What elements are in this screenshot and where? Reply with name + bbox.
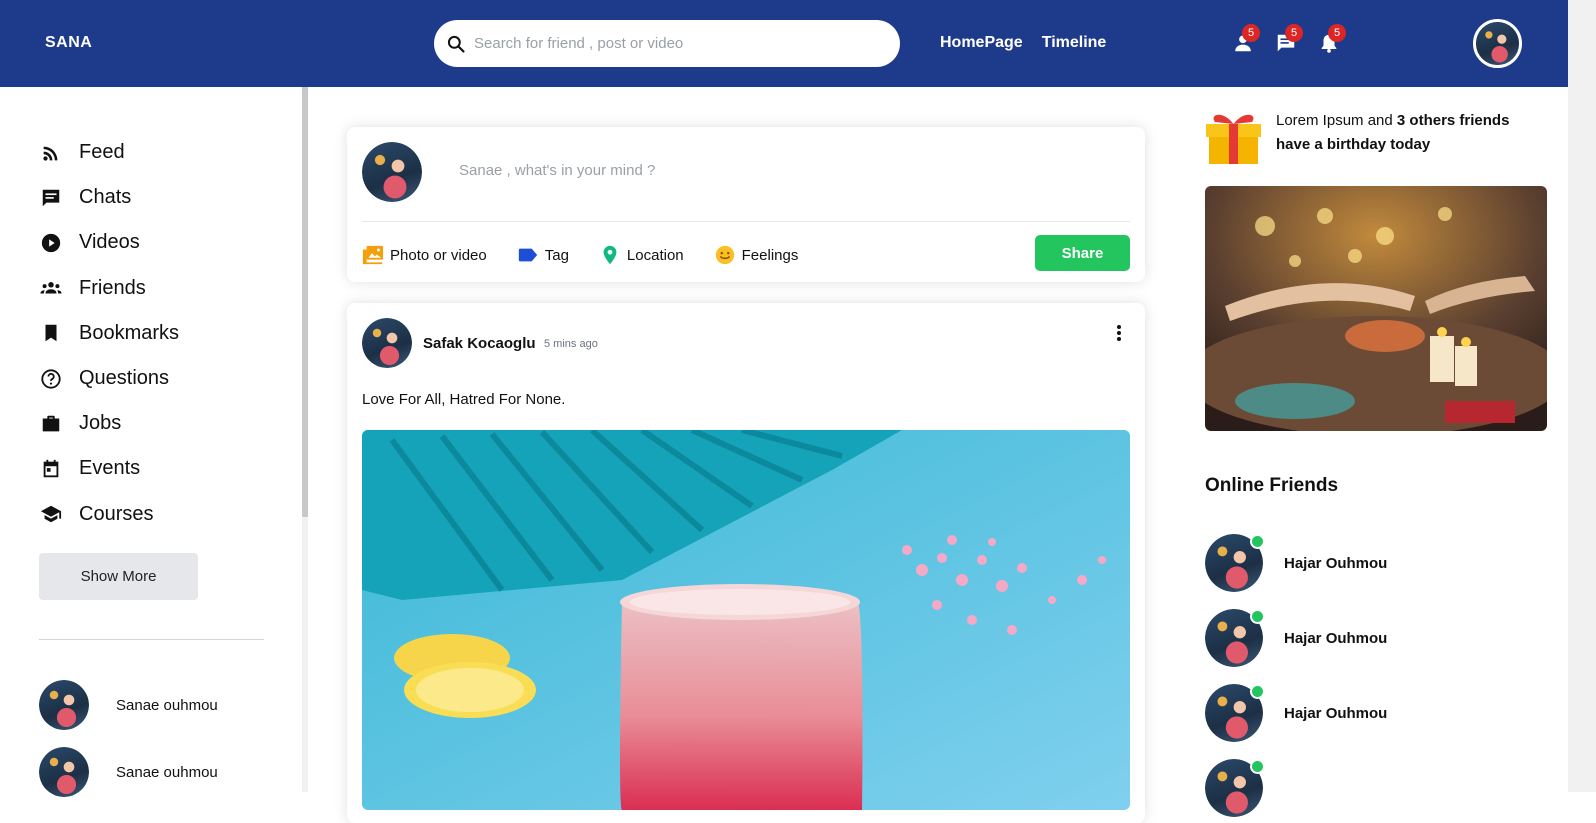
rss-icon (43, 146, 58, 161)
avatar[interactable] (362, 318, 412, 368)
avatar (39, 680, 89, 730)
online-status-dot (1250, 684, 1265, 699)
sidebar-item-label: Feed (79, 141, 125, 164)
post-timestamp: 5 mins ago (544, 338, 598, 350)
online-friend-name: Hajar Ouhmou (1284, 629, 1388, 647)
chat-icon (42, 189, 60, 207)
gift-icon (1205, 106, 1262, 166)
sidebar-item-bookmarks[interactable]: Bookmarks (40, 311, 179, 356)
online-friend-name: Hajar Ouhmou (1284, 704, 1388, 722)
notification-badge: 5 (1328, 24, 1346, 42)
post-input[interactable] (459, 162, 959, 179)
online-friend-item[interactable]: Hajar Ouhmou (1205, 534, 1387, 592)
share-button[interactable]: Share (1035, 235, 1130, 271)
online-friend-item[interactable]: Hajar Ouhmou (1205, 684, 1387, 742)
online-status-dot (1250, 534, 1265, 549)
friend-name: Sanae ouhmou (116, 696, 218, 714)
birthday-text: Lorem Ipsum and (1276, 112, 1397, 129)
play-circle-icon (41, 233, 61, 253)
option-label: Feelings (741, 246, 799, 264)
online-friend-name: Hajar Ouhmou (1284, 554, 1388, 572)
search-input[interactable] (474, 35, 874, 52)
search-bar[interactable] (434, 20, 900, 67)
notification-badge: 5 (1242, 24, 1260, 42)
sidebar-item-label: Bookmarks (79, 321, 180, 344)
online-friends-title: Online Friends (1205, 475, 1339, 496)
calendar-icon (43, 459, 59, 478)
option-label: Tag (544, 246, 569, 264)
post-card: Safak Kocaoglu 5 mins ago Love For All, … (347, 303, 1145, 823)
friend-name: Sanae ouhmou (116, 763, 218, 781)
sidebar-item-label: Videos (79, 231, 140, 254)
search-icon (447, 35, 465, 53)
online-friend-item[interactable]: Hajar Ouhmou (1205, 609, 1387, 667)
option-label: Location (626, 246, 684, 264)
sidebar-item-friends[interactable]: Friends (40, 266, 179, 311)
sidebar-menu: Feed Chats Videos Friends Bookmarks Ques… (40, 130, 179, 537)
top-bar: SANA HomePage Timeline 5 5 5 (0, 0, 1568, 87)
more-vert-icon[interactable] (1109, 323, 1129, 343)
avatar (39, 747, 89, 797)
online-friend-item[interactable] (1205, 759, 1265, 817)
sidebar-item-label: Courses (79, 502, 154, 525)
sidebar-item-label: Chats (79, 186, 132, 209)
sidebar-item-questions[interactable]: Questions (40, 356, 179, 401)
feelings-option[interactable]: Feelings (714, 244, 799, 266)
sidebar-item-chats[interactable]: Chats (40, 175, 179, 220)
birthday-ad-image[interactable] (1205, 186, 1547, 431)
top-nav: HomePage Timeline (940, 34, 1106, 52)
location-icon (603, 245, 617, 265)
friend-list-item[interactable]: Sanae ouhmou (39, 747, 218, 797)
photo-icon (362, 245, 384, 265)
bookmark-icon (45, 325, 57, 342)
show-more-button[interactable]: Show More (39, 553, 198, 600)
nav-homepage-link[interactable]: HomePage (940, 34, 1023, 52)
group-icon (40, 282, 62, 294)
sidebar-item-label: Friends (79, 276, 146, 299)
school-icon (40, 505, 62, 523)
post-username[interactable]: Safak Kocaoglu (423, 335, 536, 352)
sidebar-item-label: Questions (79, 367, 170, 390)
sidebar-item-events[interactable]: Events (40, 446, 179, 491)
sidebar-scrollbar[interactable] (302, 87, 308, 517)
nav-timeline-link[interactable]: Timeline (1042, 34, 1107, 52)
share-divider (362, 221, 1130, 222)
sidebar-item-videos[interactable]: Videos (40, 220, 179, 265)
brand-logo[interactable]: SANA (45, 34, 92, 52)
birthday-notice: Lorem Ipsum and 3 others friends have a … (1276, 109, 1546, 157)
page-scroll-track[interactable] (1568, 0, 1596, 792)
help-circle-icon (41, 368, 61, 389)
avatar (362, 142, 422, 202)
sidebar-item-label: Events (79, 457, 141, 480)
briefcase-icon (42, 415, 60, 432)
tag-option[interactable]: Tag (517, 244, 569, 266)
online-status-dot (1250, 609, 1265, 624)
sidebar-item-label: Jobs (79, 412, 122, 435)
sidebar-item-courses[interactable]: Courses (40, 492, 179, 537)
notification-badge: 5 (1285, 24, 1303, 42)
friend-list-item[interactable]: Sanae ouhmou (39, 680, 218, 730)
smile-icon (715, 245, 734, 265)
online-status-dot (1250, 759, 1265, 774)
notifications-button[interactable]: 5 (1318, 24, 1346, 56)
photo-video-option[interactable]: Photo or video (362, 244, 487, 266)
share-box: Photo or video Tag Location Feelings Sha… (347, 127, 1145, 282)
tag-icon (518, 248, 537, 262)
sidebar-item-feed[interactable]: Feed (40, 130, 179, 175)
sidebar-item-jobs[interactable]: Jobs (40, 401, 179, 446)
profile-avatar[interactable] (1473, 19, 1522, 68)
friend-requests-button[interactable]: 5 (1232, 24, 1260, 56)
option-label: Photo or video (390, 246, 487, 264)
share-options: Photo or video Tag Location Feelings (362, 244, 822, 266)
sidebar-divider (39, 639, 264, 640)
post-text: Love For All, Hatred For None. (362, 391, 566, 408)
location-option[interactable]: Location (599, 244, 684, 266)
messages-button[interactable]: 5 (1275, 24, 1303, 56)
post-image[interactable] (362, 430, 1130, 810)
